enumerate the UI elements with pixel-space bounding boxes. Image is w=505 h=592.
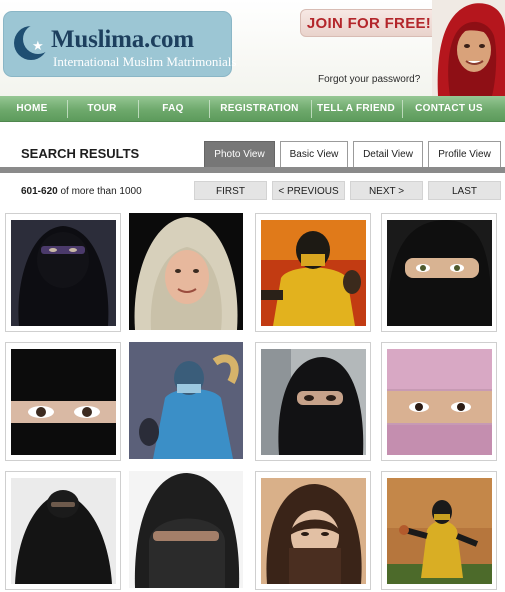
profile-photo-image [129,342,243,459]
profile-photo-woman-niqab-in-car[interactable] [255,342,371,461]
profile-photo-yellow-ninja-fighter[interactable] [255,213,371,332]
profile-photo-black-burqa-woman[interactable] [5,471,121,590]
nav-item-contact-us[interactable]: CONTACT US [405,96,493,122]
profile-photo-image [11,220,116,326]
profile-photo-image [261,349,366,455]
profile-photo-woman-niqab-white-background[interactable] [129,471,245,590]
results-divider [0,167,505,173]
site-header: ★ Muslima.com International Muslim Matri… [0,0,505,96]
logo-subtitle: International Muslim Matrimonials [53,54,237,69]
join-label: JOIN FOR FREE! [306,15,432,32]
tab-basic-view[interactable]: Basic View [280,141,348,167]
range-total: of more than 1000 [60,186,142,197]
nav-divider [311,100,312,118]
profile-photo-veiled-woman-black-niqab[interactable] [5,213,121,332]
profile-photo-woman-black-niqab-eyes[interactable] [381,213,497,332]
star-icon: ★ [32,38,44,53]
profile-photo-woman-cream-headscarf[interactable] [129,213,245,332]
nav-item-tour[interactable]: TOUR [70,96,134,122]
profile-photo-image [129,213,243,330]
profile-photo-image [261,478,366,584]
nav-divider [67,100,68,118]
profile-photo-image [11,349,116,455]
profile-photo-black-niqab-eyes-closeup[interactable] [5,342,121,461]
join-for-free-button[interactable]: JOIN FOR FREE! [300,9,438,37]
nav-item-tell-a-friend[interactable]: TELL A FRIEND [314,96,398,122]
first-page-button[interactable]: FIRST [194,181,267,200]
tab-photo-view[interactable]: Photo View [204,141,275,167]
profile-photo-image [387,220,492,326]
site-logo[interactable]: ★ Muslima.com International Muslim Matri… [3,11,236,77]
profile-photo-image [261,220,366,326]
next-page-button[interactable]: NEXT > [350,181,423,200]
profile-photo-yellow-ninja-fighting-stance[interactable] [381,471,497,590]
nav-divider [402,100,403,118]
profile-photo-blue-ninja-fighter[interactable] [129,342,245,461]
header-model-photo [432,0,505,96]
last-page-button[interactable]: LAST [428,181,501,200]
page-title: SEARCH RESULTS [21,146,140,161]
profile-photo-image [129,471,243,588]
range-numbers: 601-620 [21,186,58,197]
profile-photo-image [387,478,492,584]
nav-item-home[interactable]: HOME [0,96,64,122]
forgot-password-link[interactable]: Forgot your password? [318,74,420,85]
profile-photo-image [11,478,116,584]
nav-divider [209,100,210,118]
profile-photo-pink-hijab-eyes[interactable] [381,342,497,461]
nav-divider [138,100,139,118]
profile-photo-woman-brown-hijab[interactable] [255,471,371,590]
logo-title: Muslima.com [51,26,194,53]
tab-detail-view[interactable]: Detail View [353,141,423,167]
main-nav: HOME TOUR FAQ REGISTRATION TELL A FRIEND… [0,96,505,122]
results-range: 601-620 of more than 1000 [21,186,142,197]
nav-item-registration[interactable]: REGISTRATION [212,96,307,122]
tab-profile-view[interactable]: Profile View [428,141,501,167]
previous-page-button[interactable]: < PREVIOUS [272,181,345,200]
profile-photo-image [387,349,492,455]
nav-item-faq[interactable]: FAQ [141,96,205,122]
